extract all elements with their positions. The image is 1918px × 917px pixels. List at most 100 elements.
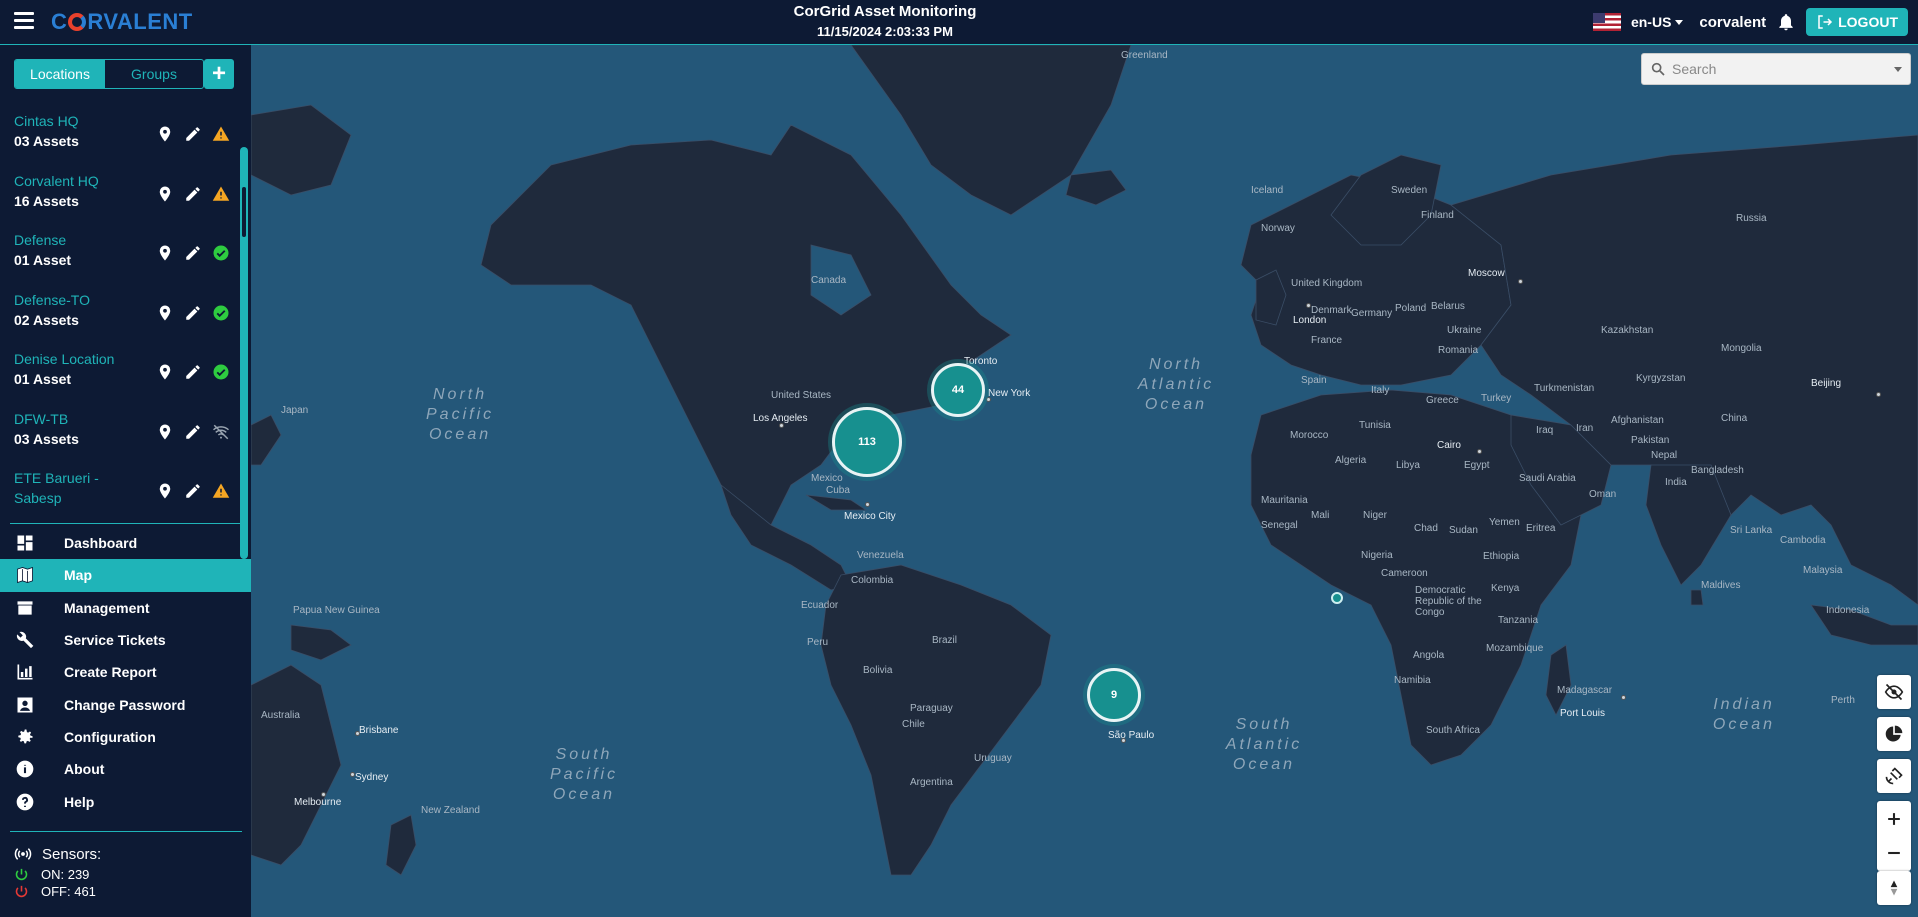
location-asset-count: 02 Assets [14,311,79,328]
location-list-item[interactable]: Defense-TO 02 Assets [0,284,251,344]
nav-item-map[interactable]: Map [0,559,251,592]
report-icon [17,664,33,680]
country-label: Cameroon [1381,568,1428,579]
edit-icon[interactable] [184,363,202,381]
location-list-item[interactable]: Cintas HQ 03 Assets [0,105,251,165]
location-list-item[interactable]: Corvalent HQ 16 Assets [0,165,251,225]
country-label: Bolivia [863,665,893,676]
bell-icon[interactable] [1776,12,1796,32]
country-label: Perth [1831,695,1855,706]
map-pin-icon[interactable] [156,244,174,262]
search-input[interactable] [1672,61,1892,77]
language-selector[interactable]: en-US [1630,14,1684,30]
nav-item-configuration[interactable]: Configuration [0,721,251,753]
map-cluster-marker[interactable]: 44 [931,363,985,417]
city-dot [1518,279,1523,284]
language-label: en-US [1630,14,1672,30]
nav-item-service-tickets[interactable]: Service Tickets [0,624,251,656]
nav-item-help[interactable]: Help [0,785,251,817]
country-label: Brazil [932,635,958,646]
location-asset-count: 01 Asset [14,252,72,268]
location-name[interactable]: Defense-TO [14,290,90,310]
scrollbar-thumb[interactable] [242,187,246,237]
nav-item-create-report[interactable]: Create Report [0,656,251,688]
location-name[interactable]: Denise Location [14,349,114,369]
country-label: Sudan [1449,525,1478,536]
location-name[interactable]: Defense [14,230,66,250]
location-list-item[interactable]: Denise Location 01 Asset [0,343,251,403]
country-label: Egypt [1464,460,1490,471]
country-label: Uruguay [974,753,1012,764]
view-toggle: Locations Groups [14,59,204,89]
country-label: Mozambique [1486,643,1544,654]
edit-icon[interactable] [184,244,202,262]
edit-icon[interactable] [184,304,202,322]
country-label: Senegal [1261,520,1298,531]
ocean-label: North Atlantic Ocean [1137,356,1215,413]
hide-icon [1884,683,1904,701]
nav-item-dashboard[interactable]: Dashboard [0,527,251,559]
world-map[interactable]: North Pacific Ocean North Atlantic Ocean Sou… [251,45,1918,917]
location-list-item[interactable]: DFW-TB 03 Assets [0,403,251,463]
location-name[interactable]: ETE Barueri - Sabesp [14,468,114,508]
map-location-marker[interactable] [1331,592,1343,604]
country-label: Yemen [1489,517,1520,528]
city-label: São Paulo [1108,730,1155,741]
chevron-down-icon[interactable] [1894,67,1902,72]
country-label: Nigeria [1361,550,1393,561]
add-location-button[interactable]: + [204,59,234,89]
check-circle-icon [213,305,229,320]
satellite-view-button[interactable] [1877,759,1911,793]
location-list-item[interactable]: Defense 01 Asset [0,224,251,284]
location-name[interactable]: DFW-TB [14,409,68,429]
map-pin-icon[interactable] [156,304,174,322]
search-icon [1651,62,1665,76]
country-label: Norway [1261,223,1295,234]
top-header: C RVALENT CorGrid Asset Monitoring 11/15/… [0,0,1918,45]
sensors-title: Sensors: [42,845,102,863]
nav-item-about[interactable]: About [0,753,251,785]
sensors-off-count: OFF: 461 [41,884,96,899]
map-cluster-marker[interactable]: 9 [1087,668,1141,722]
sensors-summary: Sensors: ON: 239 OFF: 461 [14,845,101,901]
country-label: Afghanistan [1611,415,1664,426]
city-label: Beijing [1811,378,1842,389]
map-pin-icon[interactable] [156,363,174,381]
country-label: Mali [1311,510,1330,521]
nav-item-change-password[interactable]: Change Password [0,688,251,720]
logout-button[interactable]: LOGOUT [1806,8,1908,36]
map-pin-icon[interactable] [156,482,174,500]
info-icon [16,760,34,778]
map-pin-icon[interactable] [156,185,174,203]
edit-icon[interactable] [184,482,202,500]
location-name[interactable]: Corvalent HQ [14,171,99,191]
zoom-controls [1877,801,1911,871]
tab-locations[interactable]: Locations [15,60,105,88]
edit-icon[interactable] [184,185,202,203]
location-list-item[interactable]: ETE Barueri - Sabesp [0,462,251,518]
zoom-in-icon[interactable] [1884,809,1904,829]
map-pin-icon[interactable] [156,423,174,441]
nav-item-label: Change Password [64,696,186,713]
warning-icon [212,483,230,498]
toggle-visibility-button[interactable] [1877,675,1911,709]
chart-view-button[interactable] [1877,717,1911,751]
country-label: Sri Lanka [1730,525,1773,536]
ocean-label: South Pacific Ocean [549,746,619,803]
main-nav: Dashboard Map Management Service Tickets Cre… [0,527,251,818]
zoom-out-icon[interactable] [1884,843,1904,863]
location-name[interactable]: Cintas HQ [14,111,79,131]
map-cluster-marker[interactable]: 113 [832,407,902,477]
map-pin-icon[interactable] [156,125,174,143]
gear-icon [18,729,33,744]
country-label: Angola [1413,650,1445,661]
country-label: Greenland [1121,50,1168,61]
edit-icon[interactable] [184,125,202,143]
map-search[interactable] [1641,53,1911,85]
nav-item-management[interactable]: Management [0,592,251,624]
username: corvalent [1699,13,1767,31]
compass-button[interactable] [1877,871,1911,905]
country-label: Chad [1414,523,1438,534]
edit-icon[interactable] [184,423,202,441]
tab-groups[interactable]: Groups [105,60,203,88]
